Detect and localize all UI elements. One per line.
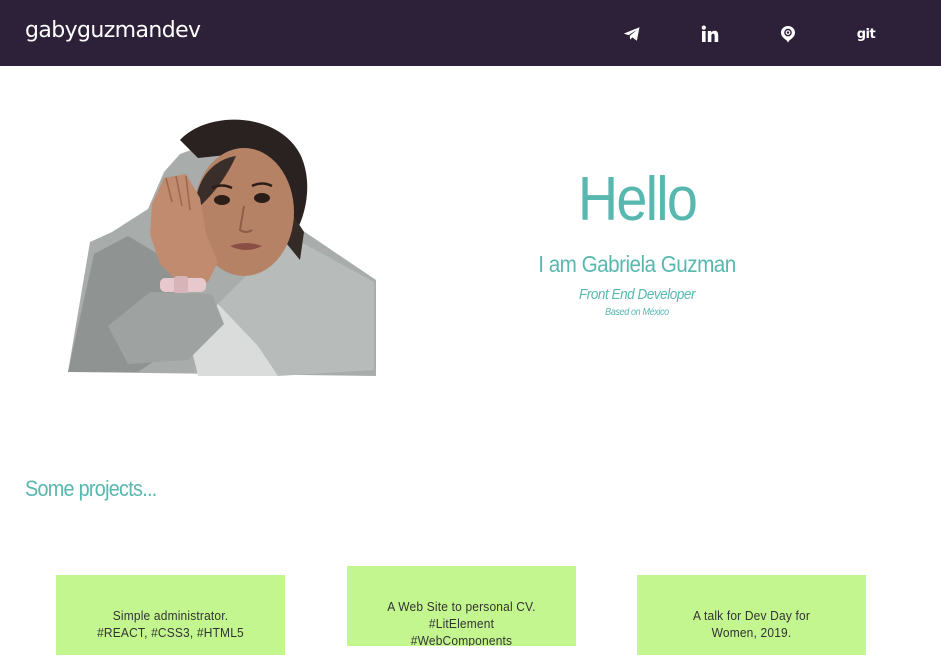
- project-card-line: #LitElement: [428, 616, 495, 631]
- projects-title: Some projects...: [25, 476, 157, 501]
- hero-name: I am Gabriela Guzman: [538, 251, 736, 277]
- hero-role: Front End Developer: [578, 286, 696, 303]
- project-card-text: A talk for Dev Day for Women, 2019.: [646, 607, 857, 641]
- linkedin-icon[interactable]: [698, 22, 722, 46]
- hero-intro: Hello I am Gabriela Guzman Front End Dev…: [487, 160, 787, 318]
- project-card-line: Women, 2019.: [711, 625, 792, 640]
- project-card[interactable]: Simple administrator. #REACT, #CSS3, #HT…: [56, 575, 285, 655]
- navbar: gabyguzmandev git: [0, 0, 941, 66]
- profile-photo: [68, 119, 376, 376]
- brand-logo[interactable]: gabyguzmandev: [25, 18, 201, 43]
- project-card-line: A Web Site to personal CV.: [387, 599, 536, 614]
- project-card[interactable]: A talk for Dev Day for Women, 2019.: [637, 575, 866, 655]
- project-card-line: Simple administrator.: [112, 608, 229, 623]
- project-card-line: A talk for Dev Day for: [692, 608, 811, 623]
- hero-location: Based on México: [605, 307, 669, 318]
- project-card[interactable]: A Web Site to personal CV. #LitElement #…: [347, 566, 576, 646]
- project-card-text: Simple administrator. #REACT, #CSS3, #HT…: [65, 607, 276, 641]
- project-card-line: #REACT, #CSS3, #HTML5: [97, 625, 244, 640]
- git-label: git: [856, 26, 876, 42]
- telegram-icon[interactable]: [620, 22, 644, 46]
- project-card-line: #WebComponents: [410, 633, 513, 646]
- hero-greeting: Hello: [577, 165, 698, 234]
- git-icon[interactable]: git: [854, 22, 878, 46]
- email-icon[interactable]: [776, 22, 800, 46]
